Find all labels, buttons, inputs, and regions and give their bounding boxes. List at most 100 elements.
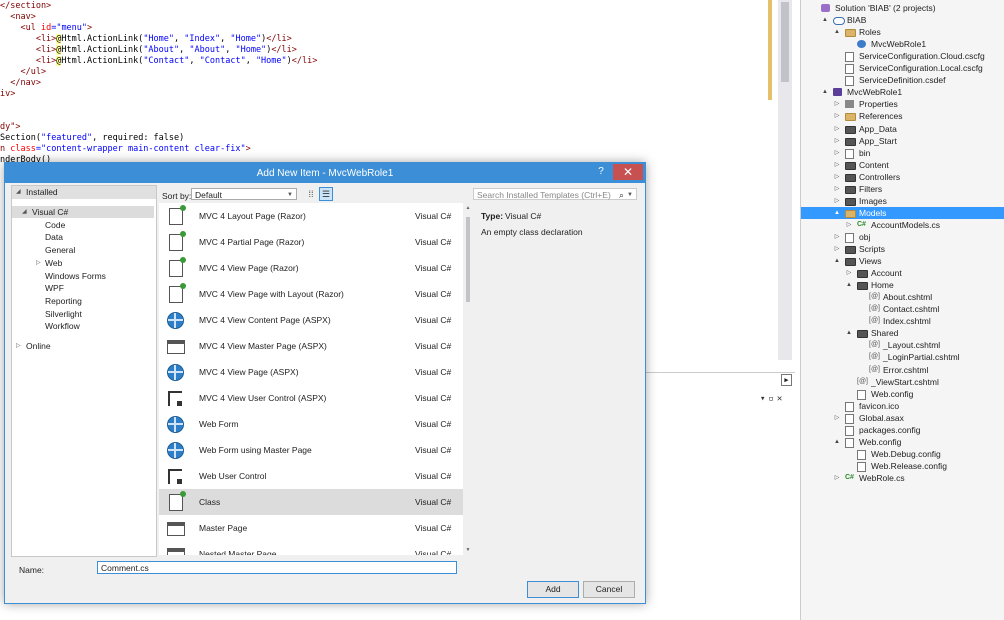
scroll-up-icon[interactable]: ▲	[464, 205, 472, 211]
solution-tree-item[interactable]: ServiceDefinition.csdef	[801, 74, 1004, 87]
solution-tree-item[interactable]: ▷ References	[801, 110, 1004, 122]
template-item[interactable]: Web Form using Master Page Visual C#	[159, 437, 463, 463]
solution-tree-item[interactable]: [@] About.cshtml	[801, 291, 1004, 303]
template-item[interactable]: MVC 4 View Page with Layout (Razor) Visua…	[159, 281, 463, 307]
editor-vertical-scrollbar[interactable]	[778, 0, 792, 360]
collapse-icon[interactable]: ▲	[821, 14, 829, 26]
solution-tree-item[interactable]: [@] Index.cshtml	[801, 315, 1004, 327]
solution-tree-item[interactable]: Solution 'BIAB' (2 projects)	[801, 2, 1004, 14]
solution-tree-item[interactable]: ▲ Home	[801, 279, 1004, 291]
collapse-icon[interactable]: ▲	[833, 207, 841, 219]
category-web[interactable]: ▷ Web	[12, 257, 154, 269]
solution-tree-item[interactable]: [@] _ViewStart.cshtml	[801, 376, 1004, 388]
dialog-titlebar[interactable]: Add New Item - MvcWebRole1 ? ✕	[5, 163, 645, 183]
solution-tree-item[interactable]: favicon.ico	[801, 400, 1004, 412]
help-button[interactable]: ?	[595, 166, 607, 180]
template-item[interactable]: MVC 4 Partial Page (Razor) Visual C#	[159, 229, 463, 255]
solution-tree-item[interactable]: ▲ Shared	[801, 327, 1004, 339]
collapse-icon[interactable]: ◢	[22, 206, 27, 218]
solution-tree-item[interactable]: ▲ BIAB	[801, 14, 1004, 26]
solution-tree-item[interactable]: ▷ Properties	[801, 98, 1004, 110]
search-icon[interactable]: ⌕	[619, 189, 624, 201]
close-pane-icon[interactable]: ✕	[777, 394, 785, 404]
category-general[interactable]: General	[12, 244, 154, 256]
expand-icon[interactable]: ▷	[845, 219, 853, 231]
category-code[interactable]: Code	[12, 219, 154, 231]
category-online[interactable]: ▷ Online	[12, 340, 154, 352]
collapse-icon[interactable]: ▲	[821, 86, 829, 98]
solution-tree-item[interactable]: ▲ Roles	[801, 26, 1004, 38]
template-item[interactable]: MVC 4 View User Control (ASPX) Visual C#	[159, 385, 463, 411]
expand-icon[interactable]: ▷	[16, 340, 21, 352]
scroll-down-icon[interactable]: ▼	[464, 547, 472, 553]
template-list-scrollbar[interactable]: ▲ ▼	[464, 203, 472, 555]
solution-tree-item[interactable]: ▷ Account	[801, 267, 1004, 279]
template-item[interactable]: Web Form Visual C#	[159, 411, 463, 437]
list-view-icon[interactable]: ☰	[319, 187, 333, 201]
solution-tree-item[interactable]: ▷ Filters	[801, 183, 1004, 195]
template-item[interactable]: MVC 4 View Content Page (ASPX) Visual C#	[159, 307, 463, 333]
template-item[interactable]: Nested Master Page Visual C#	[159, 541, 463, 555]
solution-tree-item[interactable]: ▲ Web.config	[801, 436, 1004, 448]
pin-icon[interactable]: ▫	[768, 394, 776, 404]
solution-tree-item[interactable]: ▲ MvcWebRole1	[801, 86, 1004, 98]
template-item[interactable]: Class Visual C#	[159, 489, 463, 515]
solution-tree-item[interactable]: ▲ Views	[801, 255, 1004, 267]
expand-icon[interactable]: ▷	[833, 159, 841, 171]
template-item[interactable]: Web User Control Visual C#	[159, 463, 463, 489]
solution-tree-item[interactable]: packages.config	[801, 424, 1004, 436]
expand-icon[interactable]: ▷	[833, 183, 841, 195]
template-item[interactable]: Master Page Visual C#	[159, 515, 463, 541]
close-button[interactable]: ✕	[613, 164, 643, 180]
expand-icon[interactable]: ▷	[833, 147, 841, 159]
solution-tree-item[interactable]: ▷ Global.asax	[801, 412, 1004, 424]
solution-tree-item[interactable]: ▷ bin	[801, 147, 1004, 159]
expand-icon[interactable]: ▷	[833, 412, 841, 424]
solution-tree-item[interactable]: ServiceConfiguration.Cloud.cscfg	[801, 50, 1004, 63]
chevron-down-icon[interactable]: ▼	[627, 189, 633, 201]
expand-icon[interactable]: ▷	[833, 472, 841, 484]
name-input[interactable]: Comment.cs	[97, 561, 457, 574]
category-windows-forms[interactable]: Windows Forms	[12, 270, 154, 282]
solution-tree-item[interactable]: Web.config	[801, 388, 1004, 400]
template-item[interactable]: MVC 4 View Page (ASPX) Visual C#	[159, 359, 463, 385]
template-item[interactable]: MVC 4 View Page (Razor) Visual C#	[159, 255, 463, 281]
category-silverlight[interactable]: Silverlight	[12, 308, 154, 320]
category-visual-c[interactable]: ◢ Visual C#	[12, 206, 154, 218]
category-wpf[interactable]: WPF	[12, 282, 154, 294]
expand-icon[interactable]: ▷	[833, 195, 841, 207]
solution-tree-item[interactable]: ▷ App_Start	[801, 135, 1004, 147]
solution-tree-item[interactable]: Web.Debug.config	[801, 448, 1004, 460]
expand-icon[interactable]: ▷	[845, 267, 853, 279]
collapse-icon[interactable]: ▲	[833, 436, 841, 448]
expand-icon[interactable]: ▷	[833, 243, 841, 255]
search-templates-input[interactable]: Search Installed Templates (Ctrl+E) ⌕ ▼	[473, 188, 637, 200]
solution-tree-item[interactable]: ▷ Controllers	[801, 171, 1004, 183]
collapse-icon[interactable]: ▲	[833, 255, 841, 267]
category-reporting[interactable]: Reporting	[12, 295, 154, 307]
solution-tree-item[interactable]: Web.Release.config	[801, 460, 1004, 472]
solution-tree-item[interactable]: ▷ Images	[801, 195, 1004, 207]
solution-tree-item[interactable]: [@] Contact.cshtml	[801, 303, 1004, 315]
expand-icon[interactable]: ▷	[833, 231, 841, 243]
solution-tree-item[interactable]: [@] Error.cshtml	[801, 364, 1004, 376]
solution-tree-item[interactable]: ▲ Models	[801, 206, 1004, 219]
solution-tree-item[interactable]: [@] _Layout.cshtml	[801, 339, 1004, 351]
solution-tree-item[interactable]: ▷ C# WebRole.cs	[801, 472, 1004, 484]
category-workflow[interactable]: Workflow	[12, 320, 154, 332]
scrollbar-thumb[interactable]	[466, 217, 470, 302]
solution-tree-item[interactable]: ▷ App_Data	[801, 123, 1004, 135]
installed-header[interactable]: ◢ Installed	[12, 186, 156, 199]
add-button[interactable]: Add	[527, 581, 579, 598]
category-data[interactable]: Data	[12, 231, 154, 243]
solution-tree-item[interactable]: ServiceConfiguration.Local.cscfg	[801, 62, 1004, 75]
template-item[interactable]: MVC 4 View Master Page (ASPX) Visual C#	[159, 333, 463, 359]
solution-tree-item[interactable]: MvcWebRole1	[801, 38, 1004, 50]
solution-tree-item[interactable]: ▷ Content	[801, 159, 1004, 171]
expand-icon[interactable]: ▷	[833, 171, 841, 183]
collapse-icon[interactable]: ▲	[833, 26, 841, 38]
expand-icon[interactable]: ▷	[833, 98, 841, 110]
expand-icon[interactable]: ▷	[833, 123, 841, 135]
expand-icon[interactable]: ▷	[833, 135, 841, 147]
scroll-right-icon[interactable]: ▶	[781, 374, 792, 386]
